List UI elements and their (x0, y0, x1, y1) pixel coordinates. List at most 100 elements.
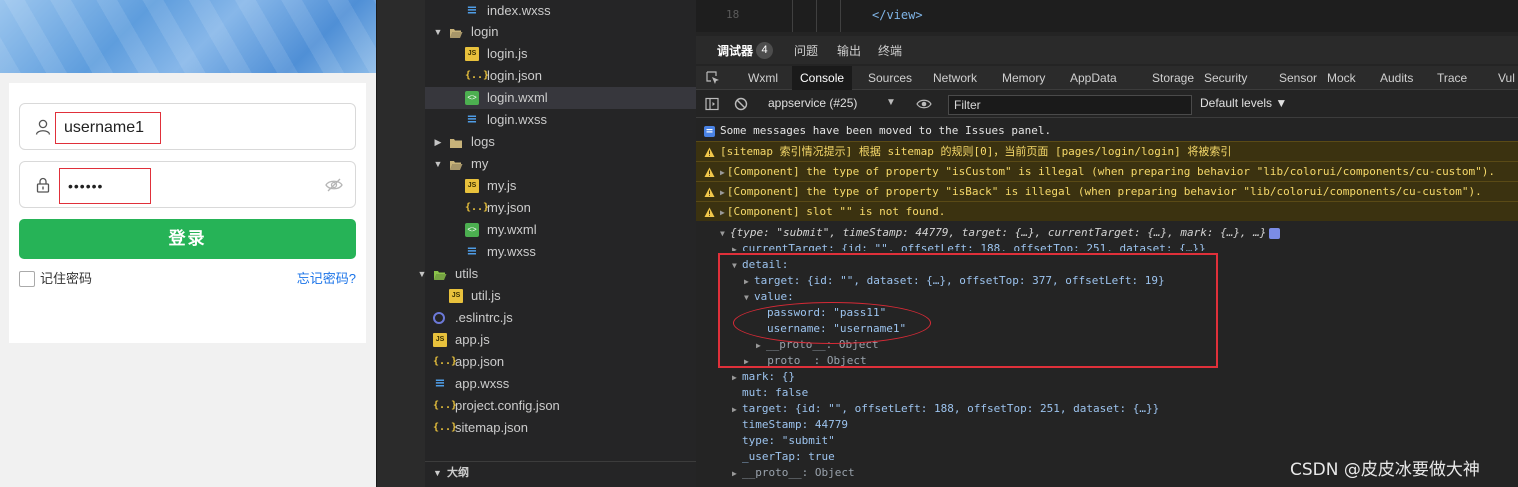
expand-arrow-icon[interactable]: ▶ (732, 370, 742, 386)
tab-sensor[interactable]: Sensor (1271, 66, 1325, 90)
target-line[interactable]: ▶ target: {id: "", offsetLeft: 188, offse… (732, 401, 1159, 417)
json-file-icon: {..} (433, 400, 458, 411)
wxml-file-icon: <> (465, 223, 479, 237)
chevron-right-icon[interactable]: ▶ (433, 131, 443, 153)
console-info-message: Some messages have been moved to the Iss… (696, 121, 1518, 141)
chevron-down-icon[interactable]: ▼ (433, 153, 443, 175)
context-select[interactable]: appservice (#25) (768, 96, 857, 110)
filter-input[interactable] (948, 95, 1192, 115)
tree-item[interactable]: .eslintrc.js (425, 307, 696, 329)
proto-line[interactable]: ▶ __proto__: Object (756, 337, 879, 353)
tab-vul[interactable]: Vul (1490, 66, 1518, 90)
expand-arrow-icon[interactable]: ▶ (732, 402, 742, 418)
expand-arrow-icon[interactable]: ▶ (720, 188, 725, 197)
value-line[interactable]: ▼ value: (744, 289, 794, 305)
mark-line[interactable]: ▶ mark: {} (732, 369, 795, 385)
eye-icon[interactable] (916, 98, 932, 110)
proto-line[interactable]: ▶ __proto__: Object (744, 353, 867, 369)
expand-arrow-icon[interactable]: ▶ (756, 338, 766, 354)
remember-checkbox[interactable] (19, 271, 35, 287)
tree-item-label: my.js (487, 178, 517, 193)
expand-arrow-icon[interactable]: ▶ (720, 208, 725, 217)
sidebar-toggle-icon[interactable] (705, 97, 719, 111)
collapse-arrow-icon[interactable]: ▼ (720, 226, 730, 242)
tree-item[interactable]: {..} app.json (425, 351, 696, 373)
inspect-element-icon[interactable] (706, 71, 720, 85)
tree-item[interactable]: ≡ login.wxss (425, 109, 696, 131)
clear-console-icon[interactable] (734, 97, 748, 111)
tree-item-label: my.wxml (487, 222, 537, 237)
tree-item[interactable]: ≡ index.wxss (425, 0, 696, 22)
tab-trace[interactable]: Trace (1429, 66, 1475, 90)
user-icon (35, 119, 51, 135)
tree-item[interactable]: {..} login.json (425, 65, 696, 87)
tree-item[interactable]: ≡ app.wxss (425, 373, 696, 395)
tree-item[interactable]: {..} sitemap.json (425, 417, 696, 439)
tree-item[interactable]: JS login.js (425, 43, 696, 65)
tree-item[interactable]: JS util.js (425, 285, 696, 307)
tab-sources[interactable]: Sources (860, 66, 920, 90)
password-input[interactable]: •••••• (59, 168, 151, 204)
forgot-password-link[interactable]: 忘记密码? (297, 270, 356, 288)
tree-item[interactable]: ▼ login (425, 21, 696, 43)
expand-arrow-icon[interactable]: ▶ (744, 354, 754, 370)
info-square-icon (704, 126, 715, 137)
expand-arrow-icon[interactable]: ▶ (720, 168, 725, 177)
detail-line[interactable]: ▼ detail: (732, 257, 788, 273)
expand-arrow-icon[interactable]: ▶ (732, 242, 742, 251)
tree-item[interactable]: ▼ utils (418, 263, 696, 285)
tab-mock[interactable]: Mock (1319, 66, 1364, 90)
username-input[interactable]: username1 (55, 112, 161, 144)
detail-target-line[interactable]: ▶ target: {id: "", dataset: {…}, offsetTo… (744, 273, 1165, 289)
proto-line[interactable]: ▶ __proto__: Object (732, 465, 855, 481)
expand-arrow-icon[interactable]: ▶ (744, 274, 754, 290)
tab-network[interactable]: Network (925, 66, 985, 90)
console-warning[interactable]: [sitemap 索引情况提示] 根据 sitemap 的规则[0]，当前页面 … (696, 141, 1518, 161)
tab-terminal[interactable]: 终端 (878, 42, 902, 59)
tree-item[interactable]: JS my.js (425, 175, 696, 197)
indent-guide (840, 0, 841, 32)
tab-storage[interactable]: Storage (1144, 66, 1202, 90)
tree-item-label: sitemap.json (455, 420, 528, 435)
console-warning[interactable]: ▶ [Component] slot "" is not found. (696, 201, 1518, 221)
tab-security[interactable]: Security (1196, 66, 1255, 90)
expand-arrow-icon[interactable]: ▶ (732, 466, 742, 482)
login-button[interactable]: 登录 (19, 219, 356, 259)
tree-item[interactable]: ≡ my.wxss (425, 241, 696, 263)
chevron-down-icon[interactable]: ▼ (433, 21, 443, 43)
tab-output[interactable]: 输出 (837, 42, 861, 59)
username-field[interactable]: username1 (19, 103, 356, 150)
tree-item[interactable]: {..} project.config.json (425, 395, 696, 417)
tree-item[interactable]: JS app.js (425, 329, 696, 351)
collapse-arrow-icon[interactable]: ▼ (744, 290, 754, 306)
chevron-down-icon[interactable]: ▼ (417, 263, 427, 285)
tree-item[interactable]: {..} my.json (425, 197, 696, 219)
tree-item-label: my.json (487, 200, 531, 215)
console-text: Some messages have been moved to the Iss… (720, 124, 1052, 137)
tab-console[interactable]: Console (792, 66, 853, 90)
object-summary-line[interactable]: ▼ {type: "submit", timeStamp: 44779, targ… (720, 225, 1281, 242)
tab-wxml[interactable]: Wxml (740, 66, 786, 90)
caret-down-icon: ▼ (886, 97, 896, 108)
tab-issues[interactable]: 问题 (794, 42, 818, 59)
collapse-arrow-icon[interactable]: ▼ (732, 258, 742, 274)
console-warning[interactable]: ▶ [Component] the type of property "isCus… (696, 161, 1518, 181)
console-warning[interactable]: ▶ [Component] the type of property "isBac… (696, 181, 1518, 201)
eye-off-icon[interactable] (325, 177, 343, 193)
editor-gutter: 18 (696, 0, 766, 32)
tab-audits[interactable]: Audits (1372, 66, 1421, 90)
log-levels-select[interactable]: Default levels ▼ (1200, 96, 1287, 110)
js-file-icon: JS (433, 333, 447, 347)
password-field[interactable]: •••••• (19, 161, 356, 208)
tree-item[interactable]: <> login.wxml (425, 87, 696, 109)
folder-icon (449, 135, 463, 149)
outline-section-header[interactable]: ▼ 大纲 (425, 461, 696, 485)
tab-memory[interactable]: Memory (994, 66, 1053, 90)
tab-debugger[interactable]: 调试器 (717, 42, 753, 59)
tree-item[interactable]: ▼ my (425, 153, 696, 175)
tree-item[interactable]: ▶ logs (425, 131, 696, 153)
current-target-line[interactable]: ▶ currentTarget: {id: "", offsetLeft: 188… (732, 241, 1206, 251)
code-editor[interactable]: 18 </view> (696, 0, 1518, 32)
tree-item[interactable]: <> my.wxml (425, 219, 696, 241)
tab-appdata[interactable]: AppData (1062, 66, 1125, 90)
